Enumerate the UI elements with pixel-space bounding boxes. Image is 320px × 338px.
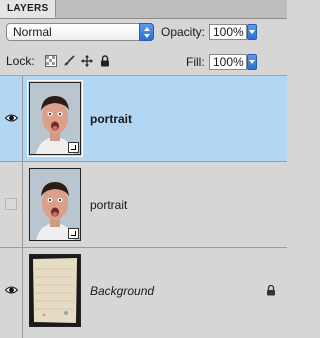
fill-field[interactable]: 100% — [209, 54, 247, 70]
lock-label: Lock: — [6, 54, 35, 68]
opacity-label: Opacity: — [161, 25, 206, 39]
layers-panel: LAYERS Normal Opacity: 100% Lock: Fill: … — [0, 0, 287, 338]
blend-mode-dropdown[interactable]: Normal — [6, 23, 154, 41]
opacity-field[interactable]: 100% — [209, 24, 247, 40]
layer-row-portrait[interactable]: portrait — [0, 162, 287, 248]
lock-position-move-icon[interactable] — [81, 55, 93, 67]
lock-image-pixels-brush-icon[interactable] — [63, 55, 75, 67]
visibility-off-box — [5, 198, 17, 210]
tab-layers[interactable]: LAYERS — [0, 0, 56, 18]
fill-label: Fill: — [186, 55, 205, 69]
opacity-stepper[interactable] — [247, 24, 257, 40]
eye-icon — [5, 286, 18, 294]
layer-thumbnail-portrait[interactable] — [29, 168, 81, 241]
paper-texture-thumbnail — [30, 255, 80, 326]
layers-list: portrait portrait Background — [0, 76, 287, 338]
visibility-toggle[interactable] — [0, 76, 23, 161]
dropdown-arrows-icon — [139, 23, 154, 41]
fill-stepper[interactable] — [247, 54, 257, 70]
layer-name[interactable]: portrait — [90, 112, 132, 126]
layer-row-background[interactable]: Background — [0, 248, 287, 338]
layer-row-portrait-selected[interactable]: portrait — [0, 76, 287, 162]
smart-object-badge-icon — [68, 228, 79, 239]
smart-object-badge-icon — [68, 142, 79, 153]
eye-icon — [5, 114, 18, 122]
visibility-toggle[interactable] — [0, 248, 23, 338]
layer-name[interactable]: Background — [90, 284, 154, 298]
layer-lock-icon — [267, 285, 275, 296]
layer-thumbnail-portrait[interactable] — [27, 80, 83, 157]
layer-name[interactable]: portrait — [90, 198, 127, 212]
lock-transparent-pixels-icon[interactable] — [45, 55, 57, 67]
panel-tab-strip: LAYERS — [0, 0, 287, 19]
visibility-toggle[interactable] — [0, 162, 23, 247]
layer-thumbnail-background[interactable] — [29, 254, 81, 327]
lock-all-padlock-icon[interactable] — [99, 55, 111, 67]
blend-mode-value: Normal — [13, 25, 52, 39]
